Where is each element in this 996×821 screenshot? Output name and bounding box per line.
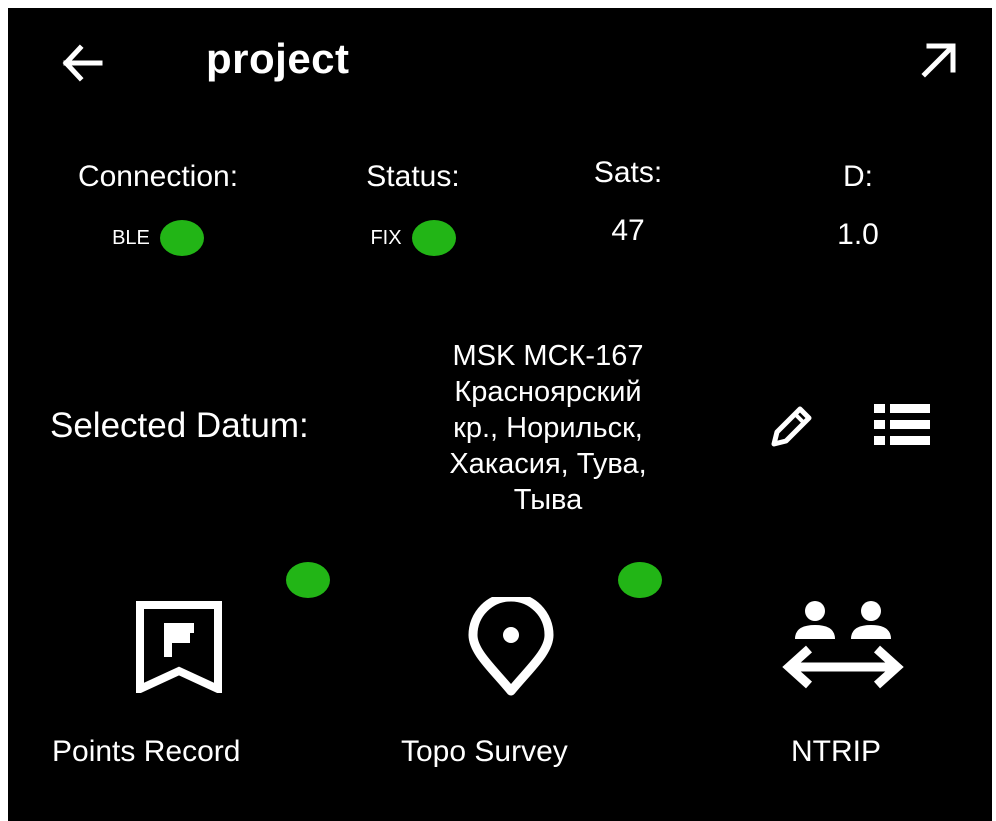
points-record-label: Points Record bbox=[52, 735, 241, 768]
datum-line: Тыва bbox=[513, 484, 583, 516]
map-pin-icon bbox=[468, 597, 554, 696]
fix-indicator-dot bbox=[411, 220, 456, 256]
connection-value: BLE bbox=[112, 226, 150, 249]
datum-line: MSK МСК-167 bbox=[452, 340, 644, 372]
sats-status: Sats: 47 bbox=[513, 156, 743, 248]
pencil-icon bbox=[771, 406, 812, 447]
sats-value: 47 bbox=[611, 214, 645, 247]
open-external-button[interactable] bbox=[913, 34, 963, 84]
app-screen: project Connection: BLE Status: FIX Sats… bbox=[8, 8, 992, 821]
users-transfer-icon bbox=[782, 601, 904, 689]
sats-label: Sats: bbox=[593, 156, 663, 189]
datum-line: Красноярский bbox=[454, 376, 642, 408]
d-status: D: 1.0 bbox=[743, 160, 973, 252]
selected-datum-value: MSK МСК-167 Красноярский кр., Норильск, … bbox=[403, 338, 693, 518]
d-value: 1.0 bbox=[837, 218, 879, 251]
connection-label: Connection: bbox=[77, 160, 239, 193]
d-label: D: bbox=[843, 160, 873, 193]
fix-value: FIX bbox=[370, 226, 402, 249]
connection-indicator-row: BLE bbox=[43, 220, 273, 256]
edit-datum-button[interactable] bbox=[760, 398, 818, 456]
points-record-button[interactable]: Points Record bbox=[48, 593, 318, 793]
datum-line: кр., Норильск, bbox=[453, 412, 643, 444]
topo-survey-label: Topo Survey bbox=[401, 735, 568, 768]
selected-datum-label: Selected Datum: bbox=[50, 406, 309, 445]
fix-indicator-row: FIX bbox=[298, 220, 528, 256]
ntrip-label: NTRIP bbox=[791, 735, 881, 768]
datum-line: Хакасия, Тува, bbox=[449, 448, 647, 480]
ntrip-button[interactable]: NTRIP bbox=[763, 593, 943, 793]
bookmark-flag-icon bbox=[136, 601, 222, 693]
status-label: Status: bbox=[366, 160, 460, 193]
fix-status: Status: FIX bbox=[298, 160, 528, 256]
arrow-left-icon bbox=[62, 44, 103, 82]
connection-indicator-dot bbox=[159, 220, 204, 256]
topo-survey-button[interactable]: Topo Survey bbox=[393, 593, 643, 793]
back-button[interactable] bbox=[58, 38, 108, 88]
list-icon bbox=[874, 404, 930, 445]
arrow-up-right-icon bbox=[921, 43, 956, 78]
page-title: project bbox=[206, 35, 350, 82]
datum-list-button[interactable] bbox=[872, 400, 934, 450]
connection-status: Connection: BLE bbox=[43, 160, 273, 256]
